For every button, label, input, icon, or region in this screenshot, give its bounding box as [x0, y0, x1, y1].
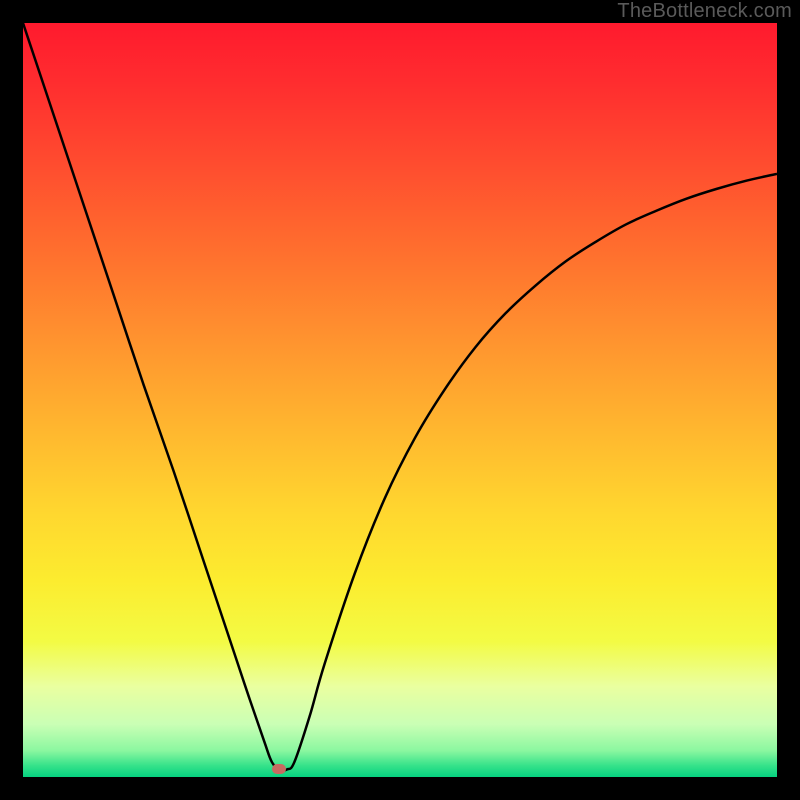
bottleneck-chart [23, 23, 777, 777]
plot-area [23, 23, 777, 777]
watermark-label: TheBottleneck.com [617, 0, 792, 23]
chart-frame: TheBottleneck.com [0, 0, 800, 800]
gradient-background [23, 23, 777, 777]
